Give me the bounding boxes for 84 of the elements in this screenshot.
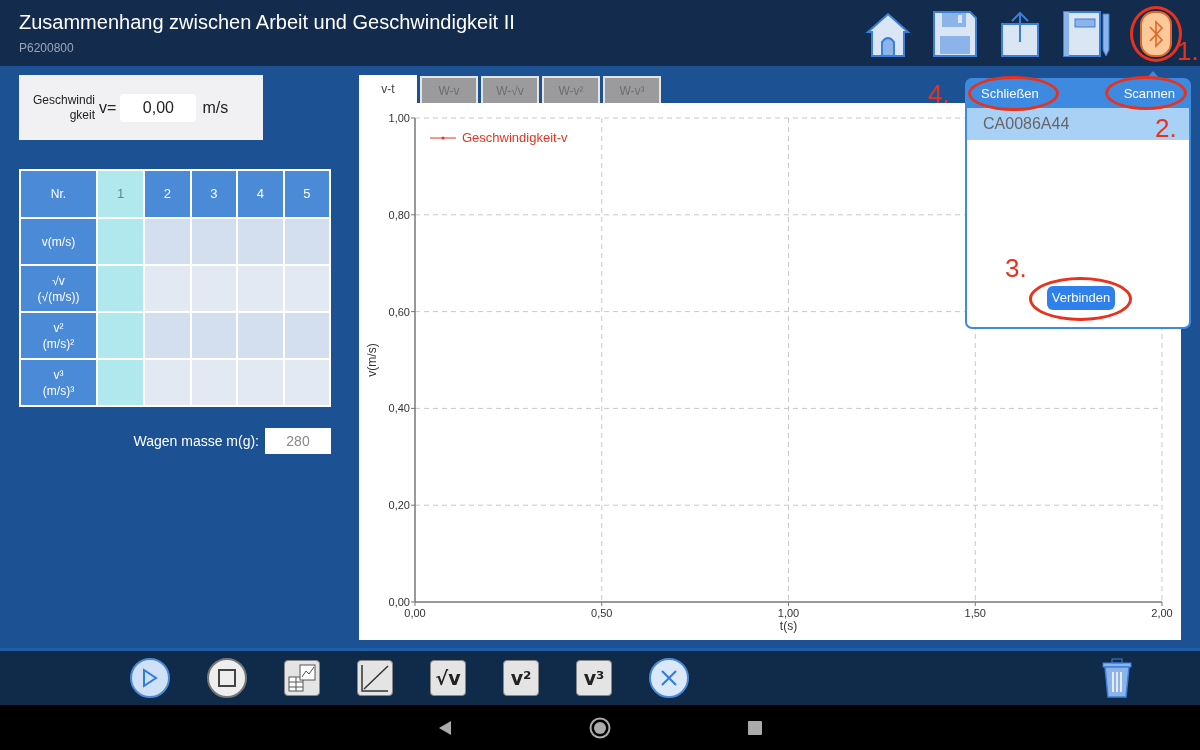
table-cell[interactable] [284, 266, 329, 311]
column-header[interactable]: 2 [145, 171, 190, 217]
page-code: P6200800 [19, 40, 75, 57]
axis-title: t(s) [779, 619, 798, 633]
formula-button[interactable]: v³ [576, 660, 612, 696]
speed-value: 0,00 [120, 93, 197, 122]
upload-icon[interactable] [998, 10, 1042, 58]
table-cell[interactable] [238, 313, 283, 358]
clear-button[interactable] [649, 658, 689, 698]
table-cell[interactable] [238, 266, 283, 311]
row-header: √v (√(m/s)) [21, 266, 96, 311]
step-number: 2. [1155, 115, 1177, 141]
column-header[interactable]: 5 [284, 171, 329, 217]
tick-label: 0,20 [388, 499, 410, 512]
row-header: v² (m/s)² [21, 313, 96, 358]
row-header: v(m/s) [21, 219, 96, 264]
home-icon[interactable] [864, 10, 912, 58]
speed-symbol: v= [99, 97, 117, 118]
mass-field[interactable]: 280 [265, 428, 331, 454]
table-cell[interactable] [98, 219, 143, 264]
page-title: Zusammenhang zwischen Arbeit und Geschwindigkeit II [19, 10, 515, 35]
column-header[interactable]: 1 [98, 171, 143, 217]
tick-label: 0,50 [591, 607, 613, 619]
table-cell[interactable] [238, 219, 283, 264]
scan-button[interactable]: Scannen [1123, 84, 1175, 104]
row-header: v³ (m/s)³ [21, 360, 96, 405]
table-cell[interactable] [284, 219, 329, 264]
step-number: 4. [928, 81, 950, 107]
tick-label: 0,80 [388, 208, 410, 221]
popup-pointer [1146, 71, 1160, 79]
formula-button[interactable]: v² [503, 660, 539, 696]
bluetooth-icon [1148, 19, 1164, 49]
tick-label: 0,60 [388, 305, 410, 318]
close-icon [660, 669, 678, 687]
table-cell[interactable] [191, 219, 236, 264]
table-cell[interactable] [191, 360, 236, 405]
tick-label: 2,00 [1151, 607, 1173, 619]
stop-button[interactable] [207, 658, 247, 698]
table-cell[interactable] [145, 266, 190, 311]
mass-label: Wagen masse m(g): [133, 431, 259, 451]
line-chart-button[interactable] [357, 660, 393, 696]
column-header[interactable]: 4 [238, 171, 283, 217]
tick-label: 0,00 [388, 596, 410, 608]
table-cell[interactable] [191, 266, 236, 311]
play-button[interactable] [130, 658, 170, 698]
tick-label: 1,00 [388, 112, 410, 124]
tick-label: 0,00 [404, 607, 426, 619]
close-popup-button[interactable]: Schließen [981, 84, 1039, 104]
recents-icon[interactable] [748, 720, 762, 735]
tick-label: 1,50 [964, 607, 986, 619]
table-chart-button[interactable] [284, 660, 320, 696]
legend-label: Geschwindigkeit-v [462, 130, 568, 145]
home-circle-icon[interactable] [589, 716, 611, 739]
axis-title: v(m/s) [365, 343, 379, 377]
play-icon [142, 668, 158, 688]
column-header[interactable]: 3 [191, 171, 236, 217]
speed-label: Geschwindi gkeit [33, 92, 96, 123]
step-number: 1. [1177, 38, 1199, 64]
table-cell[interactable] [98, 266, 143, 311]
table-cell[interactable] [238, 360, 283, 405]
back-icon[interactable] [438, 719, 452, 736]
table-cell[interactable] [284, 360, 329, 405]
table-cell[interactable] [145, 313, 190, 358]
step-number: 3. [1005, 255, 1027, 281]
speed-unit: m/s [202, 97, 229, 118]
table-cell[interactable] [191, 313, 236, 358]
chart-tab[interactable]: v-t [359, 75, 417, 103]
table-chart-icon [287, 663, 317, 693]
legend-swatch [429, 136, 457, 140]
tick-label: 0,40 [388, 402, 410, 415]
formula-button[interactable]: √v [430, 660, 466, 696]
table-cell[interactable] [145, 360, 190, 405]
connect-button[interactable]: Verbinden [1046, 286, 1116, 310]
table-cell[interactable] [98, 360, 143, 405]
line-chart-icon [360, 663, 390, 693]
table-cell[interactable] [284, 313, 329, 358]
trash-icon[interactable] [1102, 658, 1132, 698]
table-cell[interactable] [145, 219, 190, 264]
table-header-cell: Nr. [21, 171, 96, 217]
table-cell[interactable] [98, 313, 143, 358]
bluetooth-button[interactable] [1140, 11, 1172, 57]
tick-label: 1,00 [777, 607, 800, 619]
notebook-icon[interactable] [1062, 10, 1110, 58]
stop-icon [218, 669, 236, 687]
